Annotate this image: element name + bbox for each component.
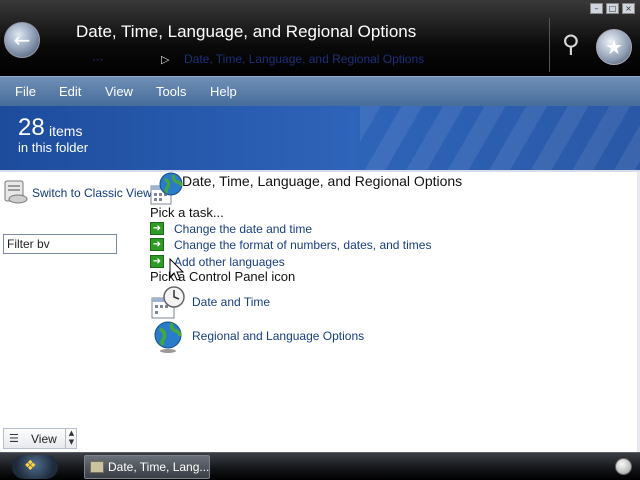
globe-calendar-icon — [150, 172, 183, 205]
view-button[interactable]: ☰ View ▲ ▼ — [3, 428, 77, 449]
clock-calendar-icon — [151, 286, 185, 319]
green-arrow-icon: ➜ — [150, 255, 164, 268]
start-button[interactable]: ❖ — [12, 455, 58, 479]
search-icon[interactable]: ⚲ — [562, 30, 580, 58]
view-spinner-icon[interactable]: ▲ ▼ — [65, 429, 77, 448]
favorites-star-icon[interactable]: ★ — [596, 29, 632, 65]
banner-separator — [0, 170, 640, 172]
taskbar-window-button[interactable]: Date, Time, Lang... — [84, 455, 210, 479]
close-icon[interactable]: × — [622, 3, 635, 14]
green-arrow-icon: ➜ — [150, 238, 164, 251]
tray-orb-icon[interactable] — [615, 458, 632, 475]
banner-decoration — [360, 106, 640, 170]
task-label: Change the format of numbers, dates, and… — [174, 238, 432, 252]
date-and-time-label: Date and Time — [192, 295, 271, 309]
title-divider — [549, 18, 550, 72]
control-panel-icon — [90, 461, 104, 473]
menu-help[interactable]: Help — [210, 84, 237, 99]
folder-banner: 28 items in this folder — [0, 106, 640, 170]
breadcrumb-ghost: ··· — [92, 53, 104, 67]
pick-a-task-heading: Pick a task... — [150, 205, 224, 220]
category-title: Date, Time, Language, and Regional Optio… — [182, 173, 463, 189]
menu-view[interactable]: View — [105, 84, 133, 99]
regional-language-options-label: Regional and Language Options — [192, 329, 365, 343]
taskbar: ❖ Date, Time, Lang... — [0, 452, 640, 480]
banner-subtitle: in this folder — [18, 140, 89, 155]
maximize-icon[interactable]: □ — [606, 3, 619, 14]
globe-icon — [154, 321, 182, 353]
back-arrow-icon[interactable]: ← — [4, 22, 40, 58]
item-count-unit: items — [49, 123, 83, 139]
menu-bar: File Edit View Tools Help — [0, 76, 640, 106]
view-label: View — [31, 432, 57, 446]
mouse-cursor-icon — [169, 258, 185, 281]
taskbar-window-label: Date, Time, Lang... — [108, 460, 210, 474]
window-title: Date, Time, Language, and Regional Optio… — [76, 22, 417, 41]
classic-view-label: Switch to Classic View — [32, 186, 152, 200]
item-count: 28 — [18, 114, 45, 141]
task-label: Change the date and time — [174, 222, 313, 236]
title-bar: ← Date, Time, Language, and Regional Opt… — [0, 0, 640, 76]
menu-file[interactable]: File — [15, 84, 36, 99]
task-label: Add other languages — [174, 255, 285, 269]
green-arrow-icon: ➜ — [150, 222, 164, 235]
breadcrumb-chevron-icon[interactable]: ▷ — [161, 53, 169, 66]
menu-edit[interactable]: Edit — [59, 84, 81, 99]
filter-input[interactable]: Filter bv — [3, 234, 117, 254]
view-list-icon: ☰ — [9, 432, 19, 445]
breadcrumb-path[interactable]: Date, Time, Language, and Regional Optio… — [184, 52, 424, 66]
minimize-icon[interactable]: – — [590, 3, 603, 14]
classic-view-icon — [4, 180, 28, 204]
windows-logo-icon: ❖ — [24, 458, 37, 474]
menu-tools[interactable]: Tools — [156, 84, 186, 99]
